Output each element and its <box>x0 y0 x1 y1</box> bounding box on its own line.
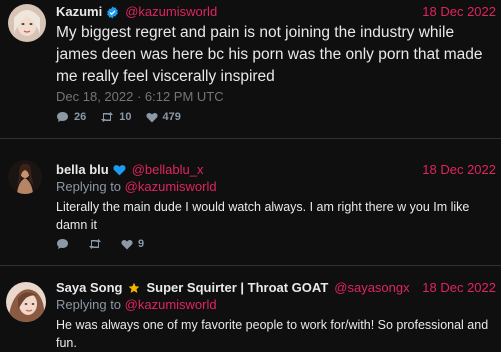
replying-to: Replying to @kazumisworld <box>56 179 217 195</box>
tweet-text: My biggest regret and pain is not joinin… <box>56 24 483 85</box>
tweet-date[interactable]: 18 Dec 2022 <box>422 162 496 178</box>
replying-to-link[interactable]: @kazumisworld <box>125 179 217 194</box>
heart-icon <box>121 239 133 249</box>
like-button[interactable]: 9 <box>121 238 144 250</box>
tweet-bella-blu[interactable]: bella blu @bellablu_x 18 Dec 2022 Replyi… <box>0 150 501 262</box>
blue-heart-icon <box>113 164 126 176</box>
tweet-date[interactable]: 18 Dec 2022 <box>422 280 496 296</box>
heart-icon <box>145 112 158 122</box>
handle-link[interactable]: @sayasongx <box>334 280 409 296</box>
like-count: 479 <box>162 111 181 123</box>
tweet-text: Literally the main dude I would watch al… <box>56 200 470 232</box>
display-name[interactable]: Kazumi <box>56 4 102 20</box>
avatar[interactable] <box>8 160 42 194</box>
comment-icon <box>57 239 68 249</box>
avatar-image <box>8 4 46 42</box>
tweet-date[interactable]: 18 Dec 2022 <box>422 4 496 20</box>
reply-button[interactable] <box>56 238 74 250</box>
replying-label: Replying to <box>56 297 122 312</box>
display-name[interactable]: bella blu <box>56 162 109 178</box>
tweet-timestamp[interactable]: Dec 18, 2022 · 6:12 PM UTC <box>56 89 224 104</box>
like-button[interactable]: 479 <box>145 111 181 123</box>
verified-badge-icon <box>106 6 119 19</box>
avatar-image <box>6 282 46 322</box>
tweet-header: Saya Song Super Squirter | Throat GOAT @… <box>56 280 410 296</box>
reply-button[interactable]: 26 <box>56 111 86 123</box>
tweet-saya-song[interactable]: Saya Song Super Squirter | Throat GOAT @… <box>0 266 501 350</box>
tweet-text: He was always one of my favorite people … <box>56 318 489 350</box>
handle-link[interactable]: @kazumisworld <box>125 4 217 20</box>
tweet-stats: 9 <box>56 237 158 251</box>
avatar[interactable] <box>8 4 46 42</box>
tweet-header: Kazumi @kazumisworld <box>56 4 217 20</box>
comment-icon <box>57 112 68 122</box>
retweet-count: 10 <box>119 111 132 123</box>
display-name-suffix[interactable]: Super Squirter | Throat GOAT <box>146 280 328 296</box>
avatar[interactable] <box>6 282 46 322</box>
reply-count: 26 <box>74 111 87 123</box>
retweet-button[interactable] <box>88 238 107 250</box>
handle-link[interactable]: @bellablu_x <box>132 162 204 178</box>
display-name[interactable]: Saya Song <box>56 280 122 296</box>
replying-to: Replying to @kazumisworld <box>56 297 217 313</box>
tweet-stats: 26 10 479 <box>56 110 195 124</box>
like-count: 9 <box>138 238 145 250</box>
avatar-image <box>8 160 42 194</box>
retweet-icon <box>101 112 114 122</box>
replying-label: Replying to <box>56 179 122 194</box>
star-icon <box>128 282 140 294</box>
tweet-header: bella blu @bellablu_x <box>56 162 203 178</box>
divider <box>0 138 501 139</box>
retweet-icon <box>89 239 101 249</box>
replying-to-link[interactable]: @kazumisworld <box>125 297 217 312</box>
tweet-kazumi[interactable]: Kazumi @kazumisworld 18 Dec 2022 My bigg… <box>0 0 501 138</box>
retweet-button[interactable]: 10 <box>100 111 132 123</box>
